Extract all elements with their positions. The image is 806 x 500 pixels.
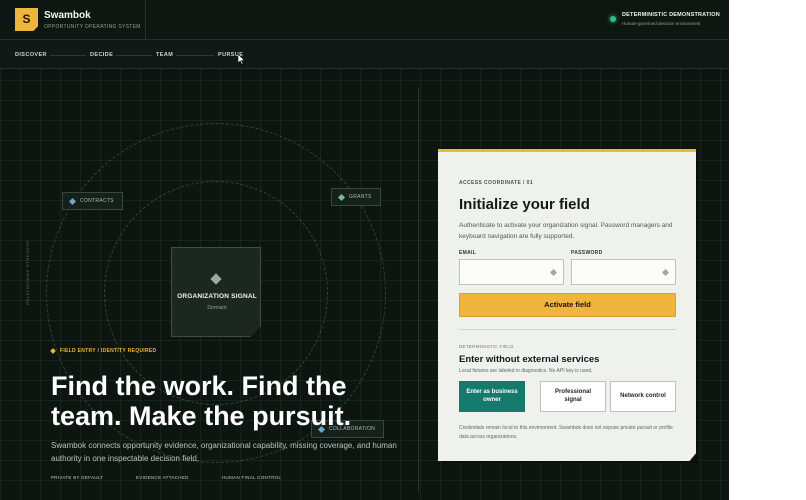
- card-divider: [459, 329, 676, 330]
- hero-meta-private: PRIVATE BY DEFAULT: [51, 475, 104, 480]
- diamond-icon: [661, 268, 670, 277]
- deterministic-title: Enter without external services: [459, 354, 600, 365]
- mouse-cursor-icon: [238, 54, 246, 65]
- hero-eyebrow-text: FIELD ENTRY / IDENTITY REQUIRED: [60, 348, 157, 354]
- hero-eyebrow: FIELD ENTRY / IDENTITY REQUIRED: [50, 348, 157, 354]
- card-footer-note: Credentials remain local to this environ…: [459, 425, 673, 440]
- deterministic-eyebrow: DETERMINISTIC FIELD: [459, 344, 514, 349]
- nav-connector: [176, 55, 214, 56]
- hero-description: Swambok connects opportunity evidence, o…: [51, 441, 397, 463]
- diamond-icon: [337, 193, 346, 201]
- deterministic-note: Local fixtures are labeled in diagnostic…: [459, 368, 593, 374]
- app-window: S Swambok OPPORTUNITY OPERATING SYSTEM D…: [0, 0, 729, 500]
- diamond-icon: [68, 197, 77, 205]
- nav-item-discover[interactable]: DISCOVER: [15, 52, 47, 58]
- node-contracts[interactable]: CONTRACTS: [62, 192, 123, 210]
- professional-signal-button[interactable]: Professional signal: [540, 381, 606, 412]
- email-field[interactable]: [459, 259, 564, 285]
- organization-signal-title: ORGANIZATION SIGNAL: [177, 293, 257, 300]
- network-control-button[interactable]: Network control: [610, 381, 676, 412]
- status-title: DETERMINISTIC DEMONSTRATION: [622, 12, 720, 18]
- nav-item-team[interactable]: TEAM: [156, 52, 173, 58]
- hero-meta-evidence: EVIDENCE ATTACHED: [136, 475, 189, 480]
- nav-connector: [116, 55, 152, 56]
- node-label: GRANTS: [349, 194, 372, 200]
- node-label: CONTRACTS: [80, 198, 114, 204]
- email-label: EMAIL: [459, 250, 477, 256]
- password-field[interactable]: [571, 259, 676, 285]
- organization-signal-state: Dormant: [207, 305, 227, 311]
- header: S Swambok OPPORTUNITY OPERATING SYSTEM D…: [0, 0, 729, 40]
- enter-as-business-owner-button[interactable]: Enter as business owner: [459, 381, 525, 412]
- password-label: PASSWORD: [571, 250, 603, 256]
- hero-meta-control: HUMAN FINAL CONTROL: [222, 475, 282, 480]
- login-card: ACCESS COORDINATE / 01 Initialize your f…: [438, 149, 696, 461]
- nav-connector: [50, 55, 86, 56]
- organization-signal-node[interactable]: ORGANIZATION SIGNAL Dormant: [171, 247, 261, 337]
- nav-item-decide[interactable]: DECIDE: [90, 52, 113, 58]
- status-subtitle: Human-governed decision environment: [622, 21, 701, 26]
- hero-title: Find the work. Find the team. Make the p…: [51, 371, 352, 431]
- card-eyebrow: ACCESS COORDINATE / 01: [459, 180, 533, 186]
- brand-tagline: OPPORTUNITY OPERATING SYSTEM: [44, 24, 141, 30]
- diamond-icon: [210, 273, 222, 285]
- activate-field-button[interactable]: Activate field: [459, 293, 676, 317]
- diamond-icon: [50, 348, 56, 354]
- brand-name: Swambok: [44, 10, 91, 21]
- main-nav: DISCOVER DECIDE TEAM PURSUE: [0, 40, 729, 69]
- hero-divider: [418, 88, 419, 493]
- node-grants[interactable]: GRANTS: [331, 188, 381, 206]
- header-divider: [145, 0, 146, 40]
- relationship-strength-label: RELATIONSHIP STRENGTH: [25, 240, 30, 305]
- brand-logo[interactable]: S: [15, 8, 38, 31]
- status-indicator-icon: [610, 16, 616, 22]
- card-description: Authenticate to activate your organizati…: [459, 222, 673, 240]
- diamond-icon: [549, 268, 558, 277]
- card-title: Initialize your field: [459, 196, 590, 213]
